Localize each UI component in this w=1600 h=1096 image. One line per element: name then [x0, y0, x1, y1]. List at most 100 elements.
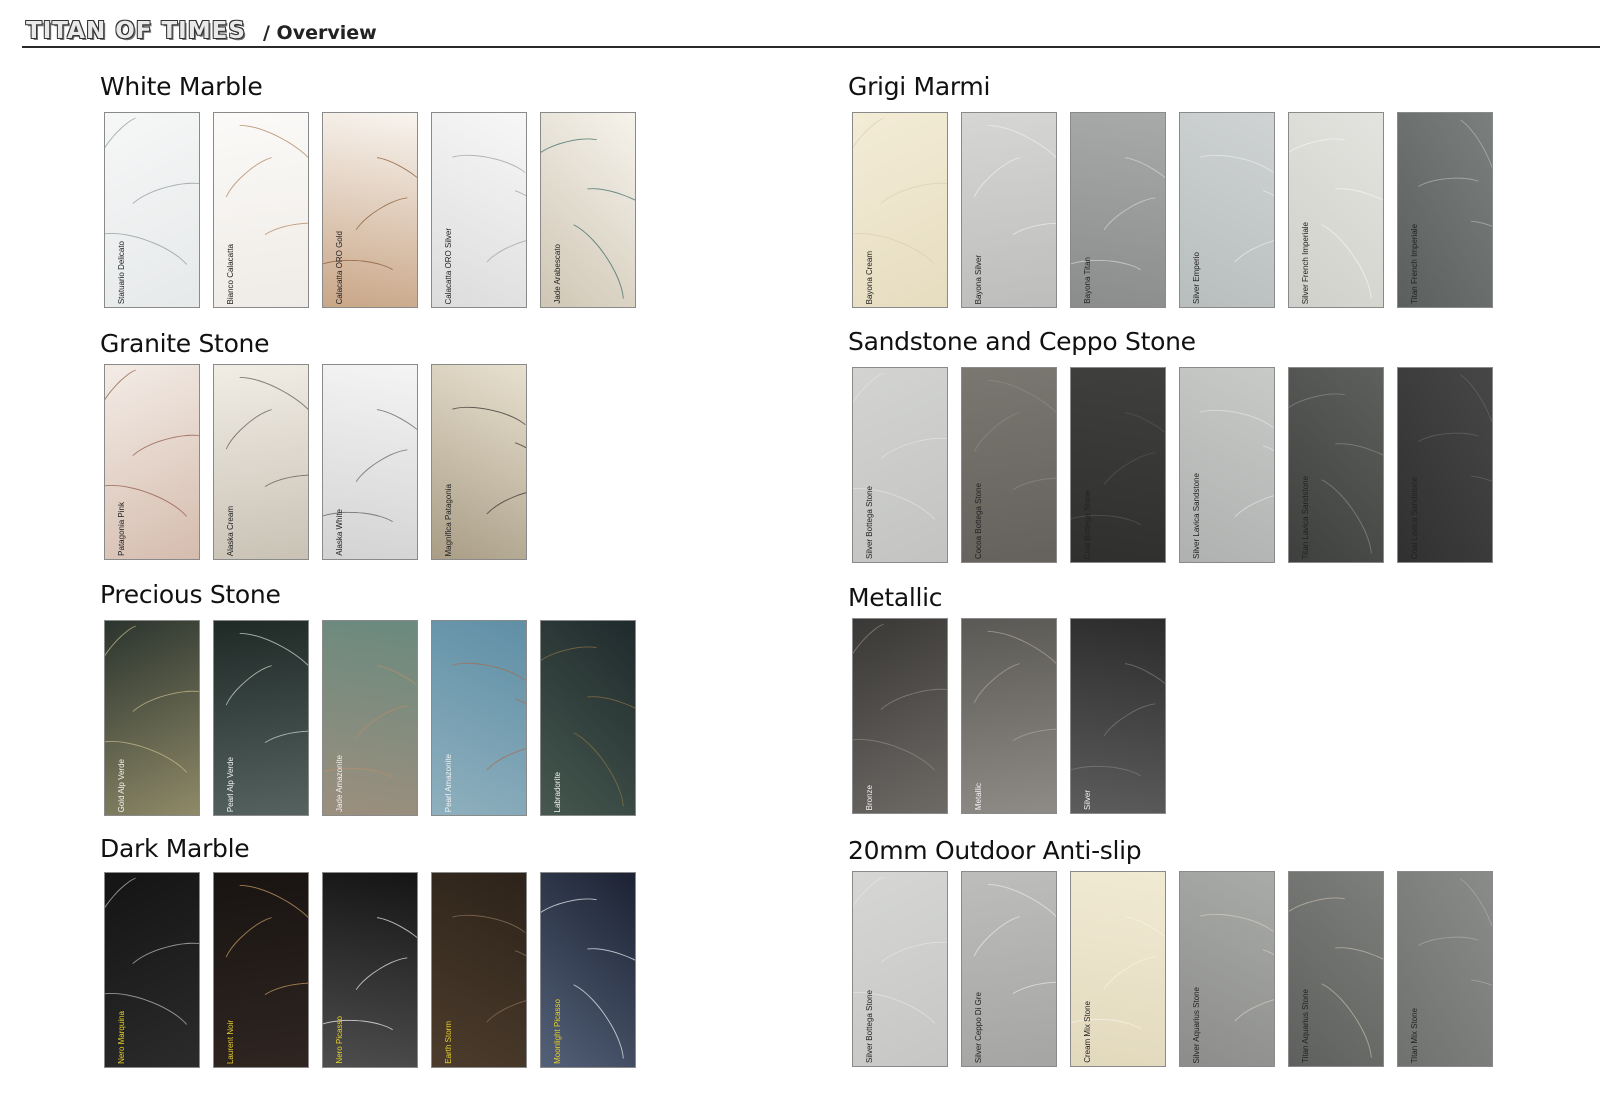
section-title: Sandstone and Ceppo Stone — [848, 327, 1196, 356]
tile-label: Earth Storm — [444, 1021, 453, 1064]
tile-swatch: Jade Amazonite — [322, 620, 418, 816]
tile-label: Titan Aquarius Stone — [1301, 989, 1310, 1063]
tile-swatch: Metallic — [961, 618, 1057, 814]
tile-swatch: Patagonia Pink — [104, 364, 200, 560]
tile-swatch: Silver Emperio — [1179, 112, 1275, 308]
tile-label: Nero Marquina — [117, 1011, 126, 1064]
tile-vein — [541, 640, 607, 682]
tile-label: Coal Lavica Sandstone — [1410, 476, 1419, 559]
tile-swatch: Labradorite — [540, 620, 636, 816]
tile-swatch: Silver Aquarius Stone — [1179, 871, 1275, 1067]
tile-swatch: Cocoa Bottega Stone — [961, 367, 1057, 563]
tile-vein — [871, 680, 947, 737]
tile-vein — [323, 257, 401, 296]
tile-label: Bianco Calacatta — [226, 243, 235, 304]
tile-swatch: Gold Alp Verde — [104, 620, 200, 816]
tile-swatch: Silver Bottega Stone — [852, 367, 948, 563]
tile-vein — [323, 509, 401, 548]
tile-label: Moonlight Picasso — [553, 999, 562, 1064]
tile-label: Statuario Delicato — [117, 240, 126, 304]
section-title: Dark Marble — [100, 834, 250, 863]
tile-label: Metallic — [974, 782, 983, 810]
tile-row: Gold Alp Verde Pearl Alp Verde Jade Amazon… — [104, 620, 636, 816]
tile-vein — [853, 368, 902, 436]
tile-row: Bronze Metallic Silver — [852, 618, 1166, 814]
tile-vein — [123, 426, 199, 483]
header-divider — [22, 46, 1600, 48]
tile-swatch: Moonlight Picasso — [540, 872, 636, 1068]
tile-label: Bayona Silver — [974, 254, 983, 304]
tile-swatch: Pearl Alp Verde — [213, 620, 309, 816]
tile-swatch: Bronze — [852, 618, 948, 814]
section-granite-stone: Granite Stone Patagonia Pink Alaska Cream… — [100, 329, 760, 569]
tile-swatch: Silver Lavica Sandstone — [1179, 367, 1275, 563]
page-header: TITAN OF TIMES / Overview — [26, 18, 1600, 48]
tile-swatch: Earth Storm — [431, 872, 527, 1068]
tile-swatch: Cream Mix Stone — [1070, 871, 1166, 1067]
tile-label: Alaska Cream — [226, 505, 235, 556]
tile-swatch: Titan Aquarius Stone — [1288, 871, 1384, 1067]
tile-vein — [105, 873, 154, 941]
tile-label: Alaska White — [335, 509, 344, 556]
tile-vein — [123, 174, 199, 231]
tile-label: Patagonia Pink — [117, 502, 126, 556]
tile-label: Silver Bottega Stone — [865, 486, 874, 559]
tile-label: Pearl Alp Verde — [226, 756, 235, 812]
tile-label: Titan French Imperiale — [1410, 224, 1419, 304]
tile-vein — [1071, 763, 1149, 802]
tile-vein — [256, 978, 308, 1021]
tile-swatch: Titan French Imperiale — [1397, 112, 1493, 308]
tile-vein — [1071, 512, 1149, 551]
tile-label: Cream Mix Stone — [1083, 1001, 1092, 1063]
tile-vein — [1071, 1016, 1149, 1055]
tile-label: Pearl Amazonite — [444, 753, 453, 812]
tile-vein — [1451, 210, 1492, 285]
tile-label: Magnifica Patagonia — [444, 483, 453, 557]
tile-vein — [1004, 218, 1056, 261]
tile-label: Labradorite — [553, 771, 562, 812]
section-title: Metallic — [848, 583, 943, 612]
tile-label: Titan Mix Stone — [1410, 1007, 1419, 1063]
tile-vein — [1451, 465, 1492, 540]
tile-label: Bronze — [865, 784, 874, 810]
tile-row: Nero Marquina Laurent Noir Nero Picasso Ear… — [104, 872, 636, 1068]
tile-swatch: Titan Lavica Sandstone — [1288, 367, 1384, 563]
tile-vein — [123, 682, 199, 739]
tile-vein — [853, 113, 902, 181]
tile-label: Jade Arabescato — [553, 244, 562, 304]
tile-label: Calacatta ORO Gold — [335, 230, 344, 304]
tile-row: Bayona Cream Bayona Silver Bayona Titan Sil… — [852, 112, 1493, 308]
tile-row: Silver Bottega Stone Cocoa Bottega Stone C… — [852, 367, 1493, 563]
section-metallic: Metallic Bronze Metallic Silver — [848, 583, 1548, 823]
tile-row: Silver Bottega Stone Silver Ceppo Di Gre C… — [852, 871, 1493, 1067]
tile-swatch: Silver French Imperiale — [1288, 112, 1384, 308]
brand-logo: TITAN OF TIMES — [26, 18, 246, 44]
tile-vein — [123, 934, 199, 991]
tile-vein — [1427, 872, 1492, 982]
tile-swatch: Laurent Noir — [213, 872, 309, 1068]
tile-vein — [1289, 387, 1355, 429]
tile-vein — [105, 113, 154, 181]
tile-vein — [105, 365, 154, 433]
section-precious-stone: Precious Stone Gold Alp Verde Pearl Alp V… — [100, 580, 760, 820]
section-title: 20mm Outdoor Anti-slip — [848, 836, 1142, 865]
tile-swatch: Silver — [1070, 618, 1166, 814]
section-outdoor-anti-slip: 20mm Outdoor Anti-slip Silver Bottega St… — [848, 836, 1548, 1076]
tile-swatch: Bayona Silver — [961, 112, 1057, 308]
section-title: Precious Stone — [100, 580, 281, 609]
tile-swatch: Statuario Delicato — [104, 112, 200, 308]
tile-row: Statuario Delicato Bianco Calacatta Calaca… — [104, 112, 636, 308]
section-grigi-marmi: Grigi Marmi Bayona Cream Bayona Silver Bay… — [848, 72, 1548, 312]
tile-vein — [105, 621, 154, 689]
tile-label: Silver Bottega Stone — [865, 990, 874, 1063]
tile-label: Bayona Titan — [1083, 257, 1092, 304]
tile-vein — [853, 872, 902, 940]
tile-label: Silver Emperio — [1192, 251, 1201, 304]
tile-swatch: Magnifica Patagonia — [431, 364, 527, 560]
tile-swatch: Bianco Calacatta — [213, 112, 309, 308]
tile-vein — [871, 174, 947, 231]
tile-vein — [1071, 257, 1149, 296]
tile-swatch: Silver Ceppo Di Gre — [961, 871, 1057, 1067]
tile-vein — [256, 726, 308, 769]
tile-vein — [1427, 368, 1492, 478]
